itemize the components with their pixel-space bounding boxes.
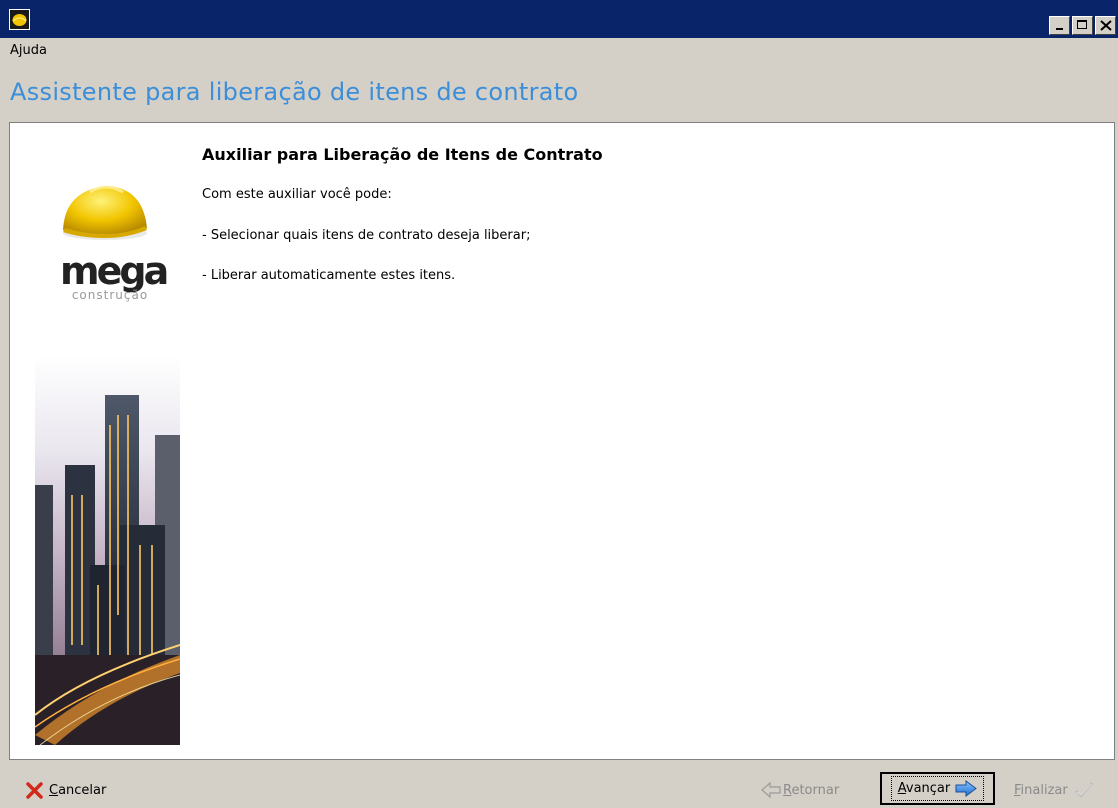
next-label-rest: vançar	[905, 781, 951, 796]
close-icon	[1100, 20, 1112, 31]
arrow-right-icon	[955, 780, 978, 797]
logo-subtitle: construção	[71, 288, 149, 302]
feature-item: - Liberar automaticamente estes itens.	[202, 268, 456, 283]
x-icon	[26, 781, 43, 799]
page-title: Assistente para liberação de itens de co…	[10, 78, 579, 106]
wizard-content: mega construção Auxiliar para Liberação …	[9, 122, 1115, 760]
next-accel: A	[897, 781, 906, 796]
maximize-icon	[1077, 20, 1087, 29]
cancel-label: Cancelar	[49, 783, 106, 798]
finish-button[interactable]: Finalizar	[1014, 778, 1094, 802]
back-button[interactable]: Retornar	[761, 778, 839, 802]
title-bar	[0, 0, 1118, 38]
finish-label: Finalizar	[1014, 783, 1068, 798]
cancel-accel: C	[49, 782, 59, 798]
wizard-footer: Cancelar Retornar Avançar Finalizar	[0, 762, 1118, 808]
next-label: Avançar	[898, 781, 951, 796]
back-label: Retornar	[783, 783, 839, 798]
next-button-focus: Avançar	[890, 776, 985, 801]
back-label-rest: etornar	[791, 782, 840, 798]
next-button[interactable]: Avançar	[880, 772, 995, 805]
content-heading: Auxiliar para Liberação de Itens de Cont…	[202, 145, 603, 164]
cancel-label-rest: ancelar	[58, 782, 107, 798]
arrow-left-icon	[761, 782, 781, 798]
wizard-header: Assistente para liberação de itens de co…	[0, 64, 1118, 118]
app-icon[interactable]	[9, 9, 30, 30]
minimize-icon	[1056, 28, 1063, 30]
feature-item: - Selecionar quais itens de contrato des…	[202, 228, 531, 243]
city-skyline-image	[35, 355, 180, 745]
menu-bar: Ajuda	[0, 38, 1118, 64]
logo-wordmark: mega	[60, 249, 169, 293]
maximize-button[interactable]	[1072, 16, 1093, 35]
menu-item-ajuda[interactable]: Ajuda	[10, 43, 47, 58]
company-logo: mega construção	[40, 178, 170, 308]
cancel-button[interactable]: Cancelar	[26, 778, 106, 802]
minimize-button[interactable]	[1049, 16, 1070, 35]
check-icon	[1075, 782, 1093, 798]
window-controls	[1049, 16, 1116, 35]
helmet-icon	[63, 185, 147, 240]
finish-label-rest: inalizar	[1020, 782, 1068, 798]
close-button[interactable]	[1095, 16, 1116, 35]
brand-panel: mega construção	[10, 123, 190, 759]
intro-text: Com este auxiliar você pode:	[202, 187, 392, 202]
